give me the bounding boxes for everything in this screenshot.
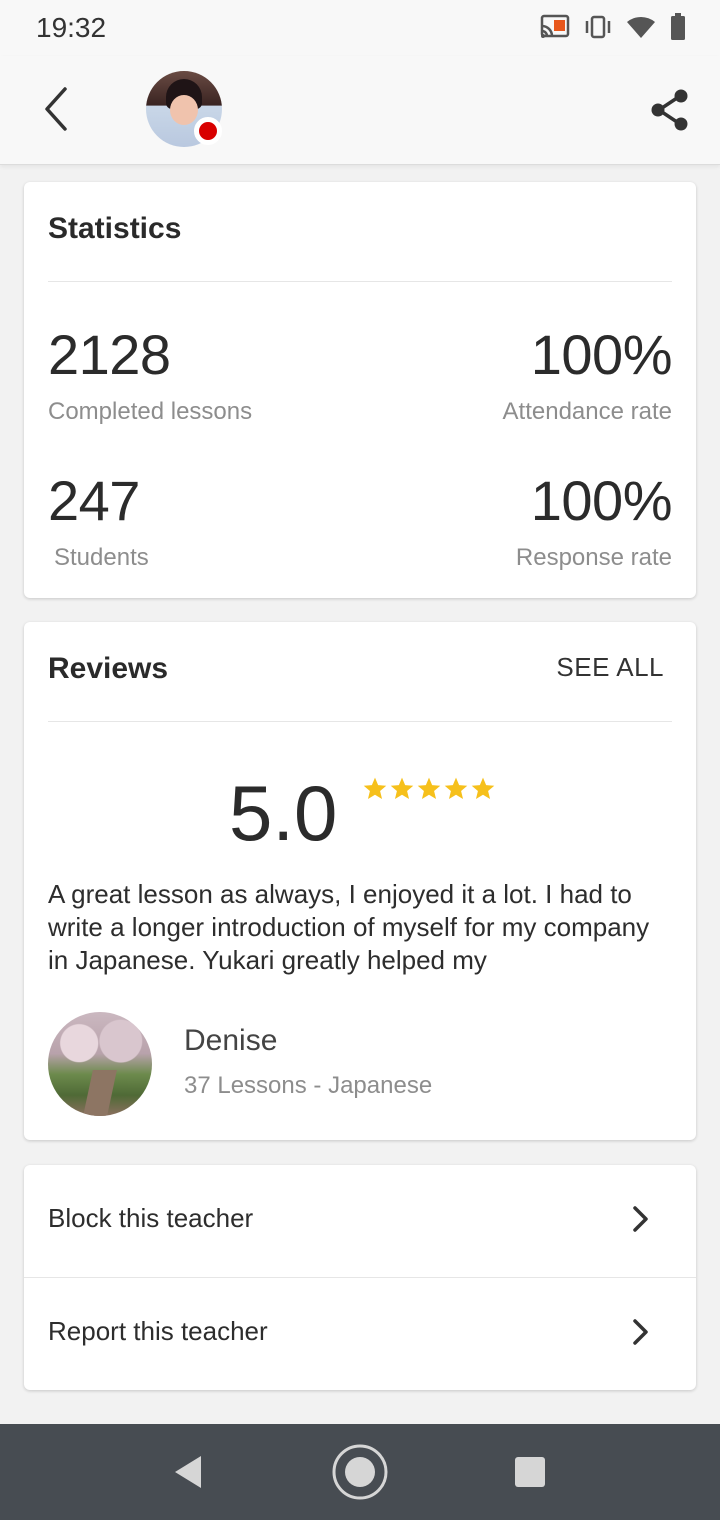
nav-recents-button[interactable] <box>500 1442 560 1502</box>
review-text[interactable]: A great lesson as always, I enjoyed it a… <box>48 878 668 978</box>
back-button[interactable] <box>30 80 82 138</box>
online-status-dot <box>194 117 222 145</box>
chevron-right-icon <box>633 1206 648 1232</box>
star-icon <box>390 777 414 799</box>
statistics-title: Statistics <box>48 212 182 245</box>
reviews-divider <box>48 721 672 722</box>
recents-square-icon <box>515 1457 545 1487</box>
reviewer-meta: 37 Lessons - Japanese <box>184 1072 433 1099</box>
completed-lessons-value: 2128 <box>48 323 171 386</box>
star-icon <box>363 777 387 799</box>
share-button[interactable] <box>642 82 698 138</box>
block-teacher-row[interactable]: Block this teacher <box>24 1165 696 1278</box>
report-teacher-label: Report this teacher <box>48 1316 268 1346</box>
block-teacher-label: Block this teacher <box>48 1203 254 1233</box>
share-icon <box>651 89 688 131</box>
report-teacher-row[interactable]: Report this teacher <box>24 1278 696 1390</box>
wifi-icon <box>626 14 656 40</box>
nav-home-button[interactable] <box>330 1442 390 1502</box>
status-time: 19:32 <box>36 12 107 43</box>
statistics-divider <box>48 281 672 282</box>
home-circle-icon <box>332 1444 388 1500</box>
rating-stars <box>362 776 496 802</box>
star-icon <box>471 777 495 799</box>
teacher-avatar-button[interactable] <box>146 71 222 147</box>
vibrate-icon <box>584 14 612 40</box>
rating-value: 5.0 <box>229 769 338 857</box>
status-bar: 19:32 <box>0 0 720 56</box>
star-icon <box>444 777 468 799</box>
cast-icon <box>540 14 570 40</box>
battery-icon <box>670 13 686 41</box>
system-nav-bar <box>0 1424 720 1520</box>
reviews-title: Reviews <box>48 652 169 685</box>
students-label: Students <box>54 544 149 571</box>
chevron-right-icon <box>633 1319 648 1345</box>
response-rate-label: Response rate <box>515 544 672 571</box>
app-bar <box>0 56 720 165</box>
completed-lessons-label: Completed lessons <box>48 398 253 425</box>
students-value: 247 <box>48 469 140 532</box>
nav-back-button[interactable] <box>158 1442 218 1502</box>
back-triangle-icon <box>175 1456 201 1488</box>
see-all-button[interactable]: SEE ALL <box>556 652 664 683</box>
actions-card: Block this teacher Report this teacher <box>24 1165 696 1390</box>
reviews-card: Reviews SEE ALL 5.0 A great lesson as al… <box>24 622 696 1140</box>
statistics-card: Statistics 2128 Completed lessons 100% A… <box>24 182 696 598</box>
star-icon <box>417 777 441 799</box>
attendance-rate-value: 100% <box>530 323 673 386</box>
response-rate-value: 100% <box>530 469 673 532</box>
status-icons <box>540 12 686 42</box>
attendance-rate-label: Attendance rate <box>502 398 672 425</box>
reviewer-name: Denise <box>184 1024 278 1057</box>
chevron-left-icon <box>45 87 67 131</box>
reviewer-avatar[interactable] <box>48 1012 152 1116</box>
